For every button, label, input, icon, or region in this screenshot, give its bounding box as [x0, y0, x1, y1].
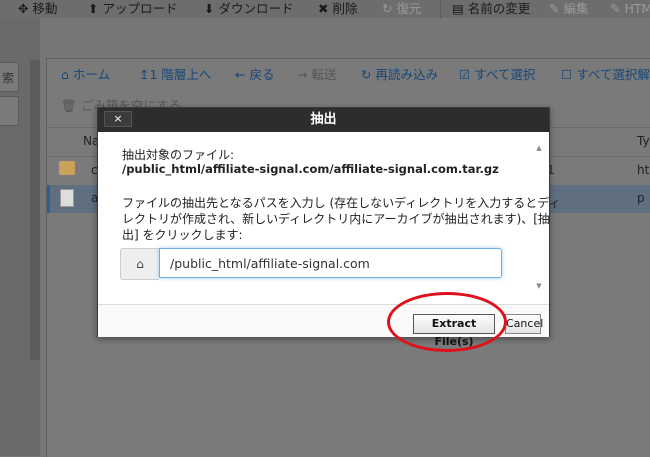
nav-home-label: ホーム	[72, 67, 111, 82]
scroll-up-icon[interactable]: ▲	[534, 144, 544, 152]
sidebar-input[interactable]	[0, 96, 19, 126]
extract-dialog: 抽出 × 抽出対象のファイル: /public_html/affiliate-s…	[97, 107, 560, 348]
nav-back-label: 戻る	[249, 67, 275, 82]
instruction-text-line3: 出] をクリックします:	[122, 228, 243, 242]
move-icon: ✥	[18, 1, 29, 16]
level-up-icon: ↥	[139, 67, 150, 82]
download-button[interactable]: ⬇ ダウンロード	[204, 1, 293, 17]
toolbar-divider	[440, 0, 441, 18]
html-editor-label: HTM	[624, 1, 650, 16]
extract-files-button[interactable]: Extract File(s)	[413, 314, 495, 348]
home-icon: ⌂	[120, 248, 159, 280]
reload-icon: ↻	[361, 67, 372, 82]
nav-select-all[interactable]: ☑ すべて選択	[459, 67, 535, 83]
file-type: p	[637, 191, 645, 205]
delete-label: 削除	[332, 1, 358, 16]
file-type: ht	[637, 163, 650, 177]
edit-button[interactable]: ✎ 編集	[549, 1, 588, 17]
dialog-header: 抽出 ×	[98, 108, 549, 132]
dialog-title: 抽出	[310, 112, 337, 127]
target-file-label: 抽出対象のファイル:	[122, 148, 235, 162]
sidebar-search-button[interactable]: 索	[0, 62, 19, 92]
arrow-left-icon: ←	[235, 67, 246, 82]
nav-reload-label: 再読み込み	[375, 67, 438, 82]
sidebar-scrollbar[interactable]	[30, 60, 40, 360]
nav-deselect-all[interactable]: ☐ すべて選択解	[561, 67, 650, 83]
nav-select-all-label: すべて選択	[474, 67, 536, 82]
checkbox-empty-icon: ☐	[561, 67, 573, 82]
rename-label: 名前の変更	[467, 1, 531, 16]
cancel-button[interactable]: Cancel	[505, 314, 543, 334]
folder-icon	[59, 161, 75, 175]
delete-button[interactable]: ✖ 削除	[318, 1, 357, 17]
dialog-footer: Extract File(s) Cancel	[98, 304, 549, 348]
upload-label: アップロード	[102, 1, 178, 16]
restore-icon: ↻	[382, 1, 393, 16]
target-file-path: /public_html/affiliate-signal.com/affili…	[122, 162, 499, 176]
nav-home[interactable]: ⌂ ホーム	[61, 67, 110, 83]
archive-file-icon	[60, 189, 74, 207]
delete-icon: ✖	[318, 1, 329, 16]
edit-icon: ✎	[549, 1, 560, 16]
upload-icon: ⬆	[88, 1, 99, 16]
download-label: ダウンロード	[218, 1, 294, 16]
nav-reload[interactable]: ↻ 再読み込み	[361, 67, 438, 83]
restore-button[interactable]: ↻ 復元	[382, 1, 421, 17]
nav-forward[interactable]: → 転送	[297, 67, 336, 83]
restore-label: 復元	[396, 1, 422, 16]
nav-forward-label: 転送	[311, 67, 337, 82]
checkbox-checked-icon: ☑	[459, 67, 471, 82]
scroll-down-icon[interactable]: ▼	[534, 282, 544, 290]
trash-icon: 🗑	[61, 98, 77, 113]
move-button[interactable]: ✥ 移動	[18, 1, 57, 17]
sidebar-search-label: 索	[2, 71, 15, 85]
html-editor-icon: ✎	[610, 1, 621, 16]
nav-deselect-all-label: すべて選択解	[576, 67, 650, 82]
instruction-text-line2: レクトリが作成され、新しいディレクトリ内にアーカイブが抽出されます)、[抽	[122, 212, 550, 226]
download-icon: ⬇	[204, 1, 215, 16]
nav-up-label: 1 階層上へ	[149, 67, 212, 82]
nav-back[interactable]: ← 戻る	[235, 67, 274, 83]
arrow-right-icon: →	[297, 67, 308, 82]
destination-path-group: ⌂	[120, 248, 516, 280]
edit-label: 編集	[563, 1, 589, 16]
instruction-text-line1: ファイルの抽出先となるパスを入力し (存在しないディレクトリを入力するとディ	[122, 196, 561, 210]
column-header-type[interactable]: Ty	[637, 134, 650, 148]
destination-path-input[interactable]	[159, 248, 502, 278]
nav-up-one-level[interactable]: ↥1 階層上へ	[139, 67, 211, 83]
close-icon: ×	[113, 112, 123, 125]
home-icon: ⌂	[61, 67, 69, 82]
dialog-scrollbar[interactable]: ▲ ▼	[534, 144, 544, 290]
close-button[interactable]: ×	[104, 111, 132, 127]
rename-button[interactable]: ▤ 名前の変更	[452, 1, 530, 17]
upload-button[interactable]: ⬆ アップロード	[88, 1, 177, 17]
move-label: 移動	[32, 1, 58, 16]
html-editor-button[interactable]: ✎ HTM	[610, 1, 650, 17]
rename-icon: ▤	[452, 1, 464, 16]
file-manager-toolbar: ✥ 移動 ⬆ アップロード ⬇ ダウンロード ✖ 削除 ↻ 復元 ▤ 名前の変更…	[0, 0, 650, 18]
